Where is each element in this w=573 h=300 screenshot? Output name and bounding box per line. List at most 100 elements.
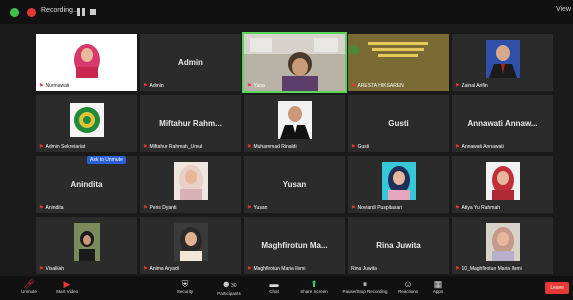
share-screen-button[interactable]: ⬆ Share Screen (296, 276, 332, 300)
mic-muted-icon: ⚑ (351, 205, 356, 211)
meeting-toolbar: 🎤︎ Unmute ▶︎ Start Video ⛨ Security ☻30 … (0, 276, 573, 300)
participants-button[interactable]: ☻30 Participants (211, 276, 247, 300)
mic-muted-icon: ⚑ (39, 205, 44, 211)
chat-button[interactable]: ▬ Chat (262, 276, 286, 300)
view-menu[interactable]: View (556, 6, 571, 13)
people-icon: ☻ (221, 279, 231, 289)
participant-name: Zainal Arifin (461, 83, 488, 89)
participant-display-name: Anindita (70, 180, 103, 189)
participant-name: Anindita (45, 205, 64, 211)
participant-name: Admin (149, 83, 164, 89)
participant-name: Annawati Annawati (461, 144, 504, 150)
participant-tile[interactable]: ⚑ Atiya Yu Rahmah (452, 156, 553, 213)
participant-display-name: Admin (178, 58, 203, 67)
mic-muted-icon: ⚑ (351, 83, 356, 89)
participant-name: Noviardi Puspitasari (357, 205, 402, 211)
participant-tile[interactable]: Gusti ⚑ Gusti (348, 95, 449, 152)
participant-tile[interactable]: ⚑ 10_Maghfirotun Maria Ilsmi (452, 217, 553, 274)
participant-photo (174, 162, 208, 200)
participant-photo (74, 44, 100, 78)
mic-muted-icon: ⚑ (143, 83, 148, 89)
mic-muted-icon: ⚑ (143, 266, 148, 272)
participant-name: Maghfirotun Maria Ilsmi (253, 266, 306, 272)
security-button[interactable]: ⛨ Security (170, 276, 200, 300)
participant-tile[interactable]: ⚑ Muhammad Rinaldi (244, 95, 345, 152)
participant-tile[interactable]: Maghfirotun Ma... ⚑ Maghfirotun Maria Ils… (244, 217, 345, 274)
mic-muted-icon: ⚑ (247, 205, 252, 211)
mic-muted-icon: ⚑ (143, 144, 148, 150)
mic-muted-icon: ⚑ (39, 266, 44, 272)
participant-name: ARESTA HIKSAREN (357, 83, 404, 89)
participant-tile[interactable]: ⚑ ARESTA HIKSAREN (348, 34, 449, 91)
participant-name: Atiya Yu Rahmah (461, 205, 501, 211)
apps-button[interactable]: ▦ Apps (426, 276, 450, 300)
mic-muted-icon: ⚑ (455, 266, 460, 272)
participant-tile[interactable]: ⚑ Admin Sekretariat (36, 95, 137, 152)
stop-icon[interactable] (90, 9, 96, 15)
participant-name: Admin Sekretariat (45, 144, 86, 150)
apps-icon: ▦ (433, 279, 443, 289)
participant-name: Yusan (253, 205, 268, 211)
participant-name: Muhammad Rinaldi (253, 144, 297, 150)
mic-muted-icon: ⚑ (455, 144, 460, 150)
mic-muted-icon: ⚑ (143, 205, 148, 211)
participant-display-name: Rina Juwita (376, 241, 421, 250)
participant-tile[interactable]: ⚑ Peris Dyanti (140, 156, 241, 213)
participant-photo (382, 162, 416, 200)
recording-icon (27, 8, 36, 17)
participant-tile[interactable]: ⚑ Nurmawati (36, 34, 137, 91)
participant-tile[interactable]: Annawati Annaw... ⚑ Annawati Annawati (452, 95, 553, 152)
participant-photo (174, 223, 208, 261)
participant-photo (70, 223, 104, 261)
mic-muted-icon: ⚑ (351, 144, 356, 150)
participant-name: Nurmawati (45, 83, 70, 89)
participant-tile[interactable]: Anindita ⚑ Anindita (36, 156, 137, 213)
participant-photo (486, 162, 520, 200)
participant-display-name: Gusti (388, 119, 409, 128)
participant-name: Gusti (357, 144, 370, 150)
participant-name: 10_Maghfirotun Maria Ilsmi (461, 266, 522, 272)
recording-status: Recording... (41, 7, 79, 14)
chat-icon: ▬ (269, 279, 279, 289)
participant-name: Rina Juwita (351, 266, 377, 272)
mic-muted-icon: ⚑ (247, 144, 252, 150)
participant-display-name: Annawati Annaw... (467, 119, 538, 128)
participant-photo (486, 223, 520, 261)
participant-tile[interactable]: ⚑ Zainal Arifin (452, 34, 553, 91)
participant-display-name: Yusan (282, 180, 307, 189)
participant-tile[interactable]: Admin ⚑ Admin (140, 34, 241, 91)
participant-name: Anima Aryadi (149, 266, 179, 272)
participant-tile[interactable]: ⚑ Visalilah (36, 217, 137, 274)
mic-muted-icon: 🎤︎ (23, 279, 35, 289)
meeting-topbar: Recording... View (0, 0, 573, 24)
mic-muted-icon: ⚑ (247, 83, 252, 89)
start-video-button[interactable]: ▶︎ Start Video (50, 276, 84, 300)
active-speaker-tile[interactable]: ⚑ Yana (242, 32, 347, 93)
participant-tile[interactable]: Rina Juwita Rina Juwita (348, 217, 449, 274)
participant-display-name: Maghfirotun Ma... (261, 241, 328, 250)
video-off-icon: ▶︎ (63, 279, 71, 289)
mic-muted-icon: ⚑ (247, 266, 252, 272)
reactions-button[interactable]: ☺ Reactions (394, 276, 422, 300)
recording-icon: ⏸ (362, 279, 368, 289)
participant-tile[interactable]: Yusan ⚑ Yusan (244, 156, 345, 213)
shield-icon[interactable] (10, 8, 19, 17)
participant-display-name: Miftahur Rahm... (159, 119, 222, 128)
participant-name: Yana (253, 83, 265, 89)
leave-button[interactable]: Leave (545, 282, 569, 294)
participant-name: Miftahur Rahmah_Umul (149, 144, 203, 150)
mic-muted-icon: ⚑ (39, 144, 44, 150)
unmute-button[interactable]: 🎤︎ Unmute (12, 276, 46, 300)
pause-icon[interactable] (77, 8, 85, 16)
mic-muted-icon: ⚑ (455, 83, 460, 89)
ask-to-unmute-button[interactable]: Ask to Unmute (87, 156, 126, 164)
participant-tile[interactable]: ⚑ Anima Aryadi (140, 217, 241, 274)
participant-tile[interactable]: ⚑ Noviardi Puspitasari (348, 156, 449, 213)
participant-name: Peris Dyanti (149, 205, 177, 211)
participant-photo (486, 40, 520, 78)
participant-tile[interactable]: Miftahur Rahm... ⚑ Miftahur Rahmah_Umul (140, 95, 241, 152)
pause-stop-recording-button[interactable]: ⏸ Pause/Stop Recording (338, 276, 392, 300)
shield-icon: ⛨ (181, 279, 189, 289)
share-screen-icon: ⬆ (310, 279, 318, 289)
gallery-grid: ⚑ Nurmawati Admin ⚑ Admin ⚑ Yana ⚑ ARESTA HI… (36, 32, 553, 274)
